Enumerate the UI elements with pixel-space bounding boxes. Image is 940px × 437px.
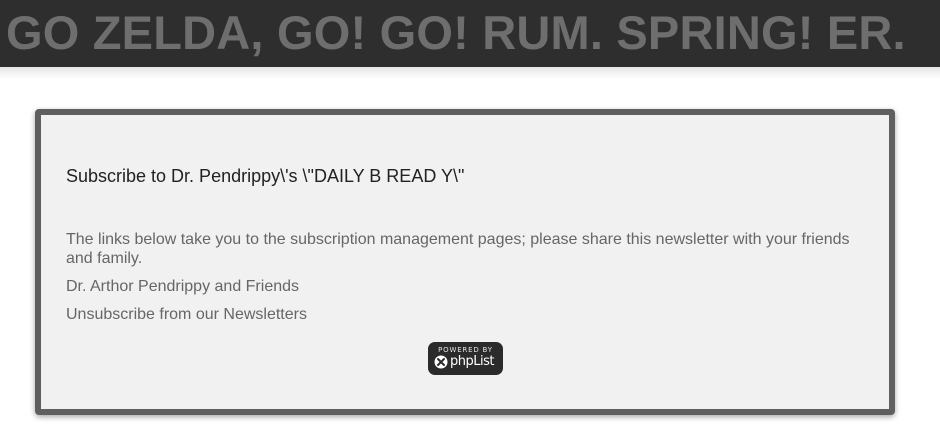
badge-phplist-text: phpList bbox=[450, 354, 494, 369]
badge-powered-by-text: POWERED BY bbox=[438, 346, 493, 354]
site-header: GO ZELDA, GO! GO! RUM. SPRING! ER. bbox=[0, 0, 940, 67]
header-shadow bbox=[0, 67, 940, 79]
subscribe-panel: Subscribe to Dr. Pendrippy\'s \"DAILY B … bbox=[35, 109, 895, 415]
list-title: Subscribe to Dr. Pendrippy\'s \"DAILY B … bbox=[66, 166, 465, 186]
unsubscribe-link[interactable]: Unsubscribe from our Newsletters bbox=[66, 305, 307, 324]
signature: Dr. Arthor Pendrippy and Friends bbox=[66, 278, 300, 295]
intro-text: The links below take you to the subscrip… bbox=[66, 231, 850, 267]
powered-by-phplist-badge[interactable]: POWERED BY phpList bbox=[428, 342, 503, 375]
site-title[interactable]: GO ZELDA, GO! GO! RUM. SPRING! ER. bbox=[6, 7, 906, 59]
phplist-logo-icon bbox=[434, 355, 448, 369]
